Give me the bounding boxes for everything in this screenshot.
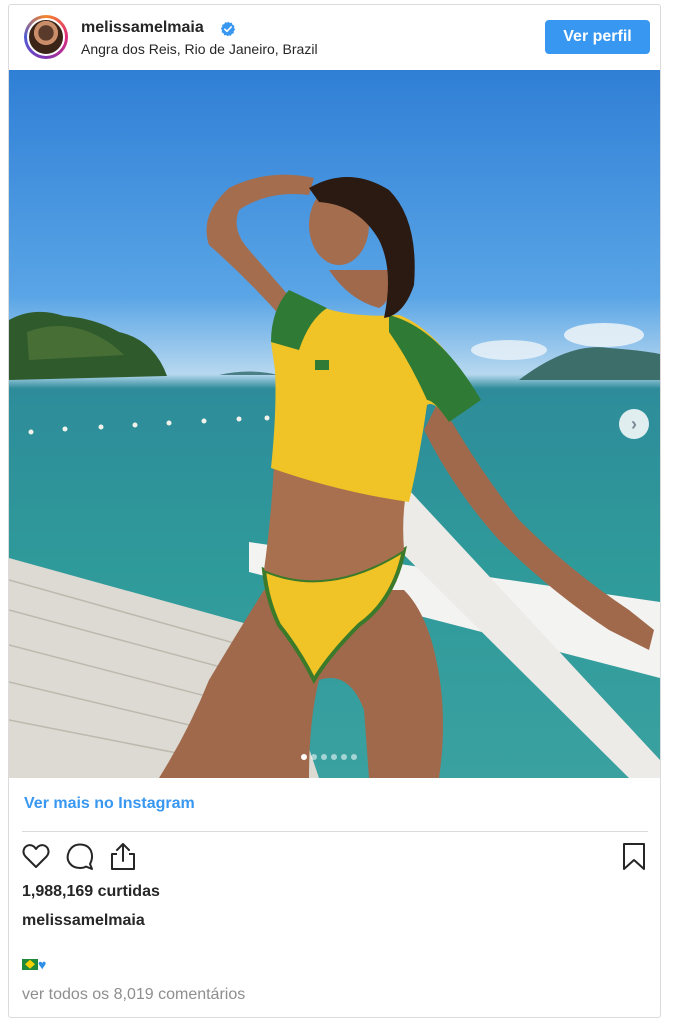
location-link[interactable]: Angra dos Reis, Rio de Janeiro, Brazil [81, 41, 318, 57]
post-photo[interactable]: › [9, 70, 660, 778]
carousel-dot [351, 754, 357, 760]
caption-text: ♥ [22, 955, 46, 972]
carousel-dot-active [301, 754, 307, 760]
caption-username[interactable]: melissamelmaia [22, 912, 145, 930]
carousel-dot [321, 754, 327, 760]
view-more-on-instagram-link[interactable]: Ver mais no Instagram [24, 795, 195, 813]
instagram-embed-card: melissamelmaia Angra dos Reis, Rio de Ja… [8, 4, 661, 1018]
carousel-dot [341, 754, 347, 760]
carousel-dot [311, 754, 317, 760]
like-count[interactable]: 1,988,169 curtidas [22, 883, 160, 901]
brazil-flag-icon [22, 958, 38, 970]
carousel-indicator [301, 754, 357, 760]
photo-illustration [9, 174, 660, 778]
verified-badge-icon [220, 21, 236, 37]
action-bar [9, 841, 660, 877]
carousel-dot [331, 754, 337, 760]
username[interactable]: melissamelmaia [81, 19, 204, 37]
share-icon[interactable] [108, 841, 138, 871]
view-all-comments-link[interactable]: ver todos os 8,019 comentários [22, 986, 245, 1004]
post-header: melissamelmaia Angra dos Reis, Rio de Ja… [9, 5, 660, 70]
avatar-ring[interactable] [24, 15, 68, 59]
bookmark-icon[interactable] [619, 841, 649, 871]
avatar[interactable] [27, 18, 65, 56]
blue-heart-icon: ♥ [38, 956, 47, 973]
comment-icon[interactable] [65, 841, 95, 871]
chevron-right-icon: › [631, 413, 637, 434]
heart-icon[interactable] [21, 841, 51, 871]
divider [22, 831, 648, 832]
view-profile-button[interactable]: Ver perfil [545, 20, 650, 54]
carousel-next-button[interactable]: › [619, 409, 649, 439]
